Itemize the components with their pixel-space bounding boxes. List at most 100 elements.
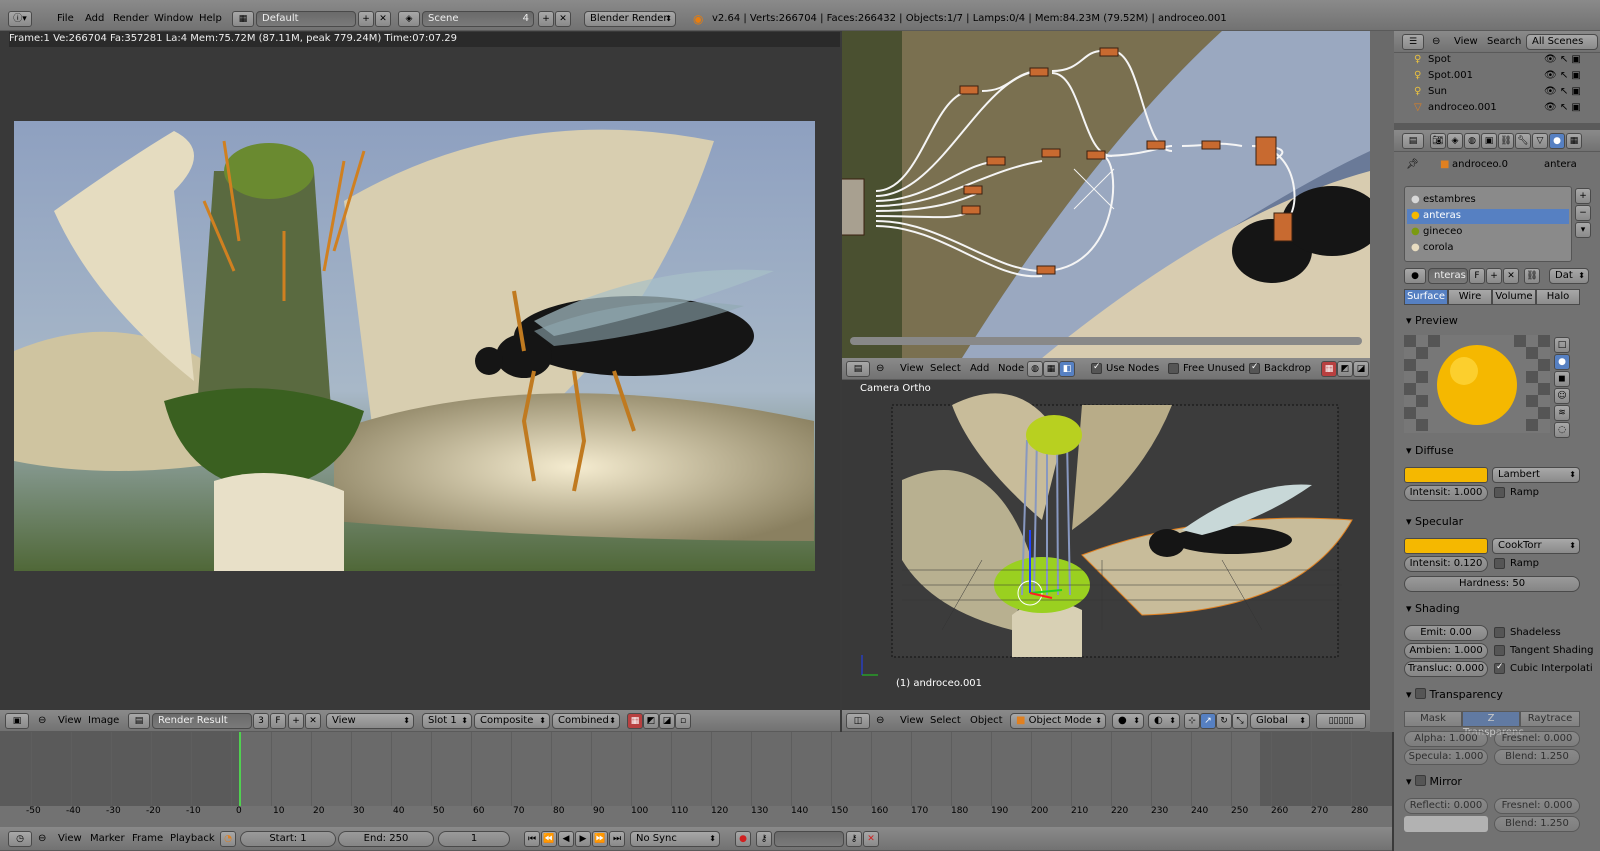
channels-icon[interactable]: ◩ <box>643 713 659 729</box>
scene-add-icon[interactable]: + <box>538 11 554 27</box>
material-add-icon[interactable]: + <box>1486 268 1502 284</box>
add-slot-icon[interactable]: + <box>1575 188 1591 204</box>
editor-type-image-button[interactable]: ▣ <box>5 713 29 729</box>
play-icon[interactable]: ▶ <box>575 831 591 847</box>
menu-view[interactable]: View <box>900 361 924 377</box>
menu-playback[interactable]: Playback <box>170 831 215 847</box>
diffuse-intensity-field[interactable]: Intensit: 1.000 <box>1404 485 1488 501</box>
material-slot-anteras[interactable]: ● anteras <box>1407 209 1569 224</box>
tab-halo[interactable]: Halo <box>1536 289 1580 305</box>
preview-range-icon[interactable]: ◔ <box>220 831 236 847</box>
slot-select[interactable]: Slot 1 <box>422 713 472 729</box>
area-separator[interactable] <box>840 31 842 732</box>
translucency-field[interactable]: Transluc: 0.000 <box>1404 661 1488 677</box>
cubic-interpolation-checkbox[interactable] <box>1494 662 1505 674</box>
menu-render[interactable]: Render <box>113 11 149 27</box>
transparency-panel-title[interactable]: ▾ Transparency <box>1406 687 1503 703</box>
collapse-icon[interactable]: ⊖ <box>38 714 46 728</box>
mirror-blend-field[interactable]: Blend: 1.250 <box>1494 816 1580 832</box>
scene-field[interactable]: Scene 4 <box>422 11 534 27</box>
tab-wire[interactable]: Wire <box>1448 289 1492 305</box>
mirror-fresnel-field[interactable]: Fresnel: 0.000 <box>1494 798 1580 814</box>
keying-set-field[interactable] <box>774 831 844 847</box>
render-result-image[interactable] <box>14 121 815 571</box>
rotate-icon[interactable]: ↻ <box>1216 713 1232 729</box>
orientation-select[interactable]: Global <box>1250 713 1310 729</box>
layout-add-icon[interactable]: + <box>358 11 374 27</box>
record-icon[interactable]: ● <box>735 831 751 847</box>
transparency-checkbox[interactable] <box>1415 688 1427 699</box>
translate-icon[interactable]: ↗ <box>1200 713 1216 729</box>
editor-type-properties-button[interactable]: ▤ <box>1402 133 1424 149</box>
mirror-color-swatch[interactable] <box>1404 816 1488 832</box>
shading-panel-title[interactable]: ▾ Shading <box>1406 601 1460 617</box>
ambient-field[interactable]: Ambien: 1.000 <box>1404 643 1488 659</box>
diffuse-ramp-checkbox[interactable] <box>1494 487 1505 498</box>
blend-field[interactable]: Blend: 1.250 <box>1494 749 1580 765</box>
jump-prev-keyframe-icon[interactable]: ⏪ <box>541 831 557 847</box>
remove-slot-icon[interactable]: − <box>1575 205 1591 221</box>
material-slot-gineceo[interactable]: ● gineceo <box>1407 225 1569 240</box>
diffuse-shader-select[interactable]: Lambert <box>1492 467 1580 483</box>
use-nodes-checkbox[interactable] <box>1091 362 1102 374</box>
pin-icon[interactable]: 📌︎ <box>1406 158 1419 172</box>
compositing-nodes-icon[interactable]: ▦ <box>1043 361 1059 377</box>
hardness-field[interactable]: Hardness: 50 <box>1404 576 1580 592</box>
menu-marker[interactable]: Marker <box>90 831 125 847</box>
material-tab-icon[interactable]: ● <box>1549 133 1565 149</box>
delete-keyframe-icon[interactable]: ✕ <box>863 831 879 847</box>
collapse-icon[interactable]: ⊖ <box>876 714 884 728</box>
shadeless-checkbox[interactable] <box>1494 627 1505 638</box>
menu-image[interactable]: Image <box>88 713 119 729</box>
pass-group-select[interactable]: Composite <box>474 713 550 729</box>
menu-view[interactable]: View <box>900 713 924 729</box>
zbuffer-icon[interactable]: ◪ <box>659 713 675 729</box>
menu-add[interactable]: Add <box>85 11 104 27</box>
material-browse-icon[interactable]: ● <box>1404 268 1426 284</box>
menu-node[interactable]: Node <box>998 361 1024 377</box>
link-icon[interactable]: ⛓︎ <box>1524 268 1540 284</box>
area-separator[interactable] <box>1370 31 1394 732</box>
preview-hair-icon[interactable]: ≋ <box>1554 405 1570 421</box>
node-editor-scrollbar[interactable] <box>850 337 1362 345</box>
transp-tab-mask[interactable]: Mask <box>1404 711 1462 727</box>
render-tab-icon[interactable]: 📷︎ <box>1430 133 1446 149</box>
layers-icon[interactable]: ▯▯▯▯▯ <box>1316 713 1366 729</box>
manipulator-icon[interactable]: ⊹ <box>1184 713 1200 729</box>
preview-panel-title[interactable]: ▾ Preview <box>1406 313 1458 329</box>
layout-field[interactable]: Default <box>256 11 356 27</box>
scene-remove-icon[interactable]: ✕ <box>555 11 571 27</box>
sync-select[interactable]: No Sync <box>630 831 720 847</box>
preview-world-icon[interactable]: ◌ <box>1554 422 1570 438</box>
area-separator[interactable] <box>1392 732 1394 851</box>
tangent-shading-checkbox[interactable] <box>1494 645 1505 656</box>
specular-ramp-checkbox[interactable] <box>1494 558 1505 569</box>
area-separator[interactable] <box>1394 123 1600 130</box>
tab-volume[interactable]: Volume <box>1492 289 1536 305</box>
menu-select[interactable]: Select <box>930 361 961 377</box>
emit-field[interactable]: Emit: 0.00 <box>1404 625 1488 641</box>
shading-select[interactable]: ● <box>1112 713 1144 729</box>
visibility-icon[interactable]: 👁︎ ↖ ▣ <box>1544 85 1581 99</box>
current-frame-field[interactable]: 1 <box>438 831 510 847</box>
reflectivity-field[interactable]: Reflecti: 0.000 <box>1404 798 1488 814</box>
texture-tab-icon[interactable]: ▦ <box>1566 133 1582 149</box>
shader-nodes-icon[interactable]: ◍ <box>1027 361 1043 377</box>
editor-type-timeline-button[interactable]: ◷ <box>8 831 32 847</box>
free-unused-checkbox[interactable] <box>1168 363 1179 374</box>
menu-frame[interactable]: Frame <box>132 831 163 847</box>
alpha-field[interactable]: Alpha: 1.000 <box>1404 731 1488 747</box>
fake-user-button[interactable]: F <box>1469 268 1485 284</box>
menu-help[interactable]: Help <box>199 11 222 27</box>
mirror-checkbox[interactable] <box>1415 775 1427 786</box>
editor-type-node-button[interactable]: ▤ <box>846 361 870 377</box>
preview-monkey-icon[interactable]: ☺ <box>1554 388 1570 404</box>
menu-view[interactable]: View <box>58 713 82 729</box>
diffuse-panel-title[interactable]: ▾ Diffuse <box>1406 443 1454 459</box>
slot-specials-icon[interactable]: ▾ <box>1575 222 1591 238</box>
image-name-field[interactable]: Render Result <box>152 713 252 729</box>
outliner-item-spot001[interactable]: ♀ Spot.001 👁︎ ↖ ▣ <box>1394 69 1600 84</box>
play-reverse-icon[interactable]: ◀ <box>558 831 574 847</box>
pivot-select[interactable]: ◐ <box>1148 713 1180 729</box>
jump-start-icon[interactable]: ⏮ <box>524 831 540 847</box>
